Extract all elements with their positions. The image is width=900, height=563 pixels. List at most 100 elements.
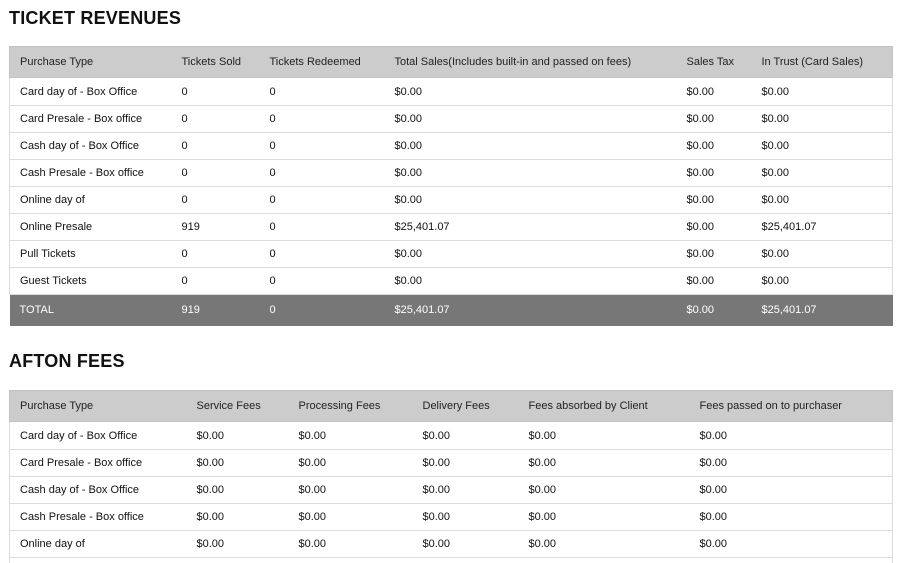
- column-header-purchase-type: Purchase Type: [9, 46, 172, 78]
- table-cell: $0.00: [751, 77, 893, 106]
- table-cell: $25,401.07: [384, 213, 677, 241]
- total-in-trust: $25,401.07: [761, 304, 817, 317]
- table-cell: 0: [259, 105, 385, 133]
- table-row: Online day of 0 0 $0.00 $0.00 $0.00: [9, 186, 893, 214]
- table-cell: $0.00: [186, 449, 289, 477]
- ticket-revenues-table: Purchase Type Tickets Sold Tickets Redee…: [9, 46, 893, 326]
- column-header-fees-absorbed: Fees absorbed by Client: [518, 390, 690, 422]
- table-cell: 0: [171, 132, 260, 160]
- afton-fees-title: AFTON FEES: [9, 351, 125, 371]
- total-sales: $25,401.07: [394, 304, 450, 317]
- table-cell: $0.00: [412, 503, 519, 531]
- table-cell: $0.00: [412, 530, 519, 558]
- table-cell: Online Presale: [9, 213, 172, 241]
- column-header-total-sales: Total Sales(Includes built-in and passed…: [384, 46, 677, 78]
- table-cell: $0.00: [518, 449, 690, 477]
- table-cell: $0.00: [186, 503, 289, 531]
- table-cell: $0.00: [689, 476, 893, 504]
- table-cell: $0.00: [518, 421, 690, 450]
- table-cell: $0.00: [186, 530, 289, 558]
- table-cell: $0.00: [676, 186, 752, 214]
- table-cell: $0.00: [384, 105, 677, 133]
- table-cell: Cash day of - Box Office: [9, 132, 172, 160]
- total-sales-tax: $0.00: [686, 304, 715, 317]
- table-cell: $0.00: [412, 476, 519, 504]
- table-cell: [186, 557, 289, 563]
- table-cell: Cash Presale - Box office: [9, 503, 187, 531]
- column-header-delivery-fees: Delivery Fees: [412, 390, 519, 422]
- afton-fees-table: Purchase Type Service Fees Processing Fe…: [9, 390, 893, 563]
- table-row: Cash day of - Box Office 0 0 $0.00 $0.00 $0.0…: [9, 132, 893, 160]
- table-row: Cash day of - Box Office $0.00 $0.00 $0.00 $…: [9, 476, 893, 504]
- column-header-tickets-sold: Tickets Sold: [171, 46, 260, 78]
- column-header-in-trust: In Trust (Card Sales): [751, 46, 893, 78]
- table-cell: [9, 557, 187, 563]
- table-row: Pull Tickets 0 0 $0.00 $0.00 $0.00: [9, 240, 893, 268]
- table-cell: $0.00: [384, 267, 677, 295]
- table-cell: $0.00: [676, 240, 752, 268]
- column-header-sales-tax: Sales Tax: [676, 46, 752, 78]
- table-cell: $0.00: [186, 421, 289, 450]
- table-cell: $0.00: [186, 476, 289, 504]
- table-cell: Card Presale - Box office: [9, 449, 187, 477]
- table-cell: Cash Presale - Box office: [9, 159, 172, 187]
- column-header-purchase-type: Purchase Type: [9, 390, 187, 422]
- table-cell: Online day of: [9, 186, 172, 214]
- ticket-revenues-title: TICKET REVENUES: [9, 8, 182, 28]
- table-cell: $25,401.07: [751, 213, 893, 241]
- table-cell: [412, 557, 519, 563]
- table-cell: $0.00: [676, 213, 752, 241]
- table-cell: $0.00: [676, 105, 752, 133]
- ticket-revenues-body: Card day of - Box Office 0 0 $0.00 $0.00 $0.0…: [9, 77, 893, 295]
- table-cell: 0: [259, 132, 385, 160]
- table-row: Card day of - Box Office $0.00 $0.00 $0.00 $…: [9, 421, 893, 450]
- table-row: Card Presale - Box office 0 0 $0.00 $0.00 $0.…: [9, 105, 893, 133]
- table-cell: 0: [171, 77, 260, 106]
- table-cell: $0.00: [689, 503, 893, 531]
- table-row: Cash Presale - Box office 0 0 $0.00 $0.00 $0.…: [9, 159, 893, 187]
- table-cell: $0.00: [384, 159, 677, 187]
- table-row: Online day of $0.00 $0.00 $0.00 $0.00 $0.00: [9, 530, 893, 558]
- table-cell: $0.00: [751, 132, 893, 160]
- table-cell: 0: [171, 105, 260, 133]
- table-cell: $0.00: [288, 530, 413, 558]
- table-cell: 0: [171, 240, 260, 268]
- table-cell: $0.00: [676, 267, 752, 295]
- table-cell: $0.00: [288, 421, 413, 450]
- table-cell: $0.00: [412, 421, 519, 450]
- table-cell: $0.00: [751, 267, 893, 295]
- table-row: Online Presale 919 0 $25,401.07 $0.00 $25,401…: [9, 213, 893, 241]
- table-cell: Card Presale - Box office: [9, 105, 172, 133]
- table-cell: $0.00: [518, 530, 690, 558]
- table-cell: $0.00: [288, 476, 413, 504]
- table-cell: $0.00: [751, 186, 893, 214]
- table-cell: $0.00: [689, 449, 893, 477]
- column-header-processing-fees: Processing Fees: [288, 390, 413, 422]
- table-row: Card Presale - Box office $0.00 $0.00 $0.00…: [9, 449, 893, 477]
- column-header-service-fees: Service Fees: [186, 390, 289, 422]
- table-cell: $0.00: [751, 105, 893, 133]
- table-cell: $0.00: [518, 476, 690, 504]
- table-row: Guest Tickets 0 0 $0.00 $0.00 $0.00: [9, 267, 893, 295]
- table-cell: Guest Tickets: [9, 267, 172, 295]
- table-cell: 0: [259, 267, 385, 295]
- total-label: TOTAL: [19, 304, 54, 317]
- table-cell: $0.00: [384, 132, 677, 160]
- table-cell: Card day of - Box Office: [9, 421, 187, 450]
- table-cell: [518, 557, 690, 563]
- table-cell: 0: [259, 213, 385, 241]
- table-cell: $0.00: [689, 421, 893, 450]
- table-cell: $0.00: [288, 503, 413, 531]
- table-cell: 0: [171, 267, 260, 295]
- table-cell: Card day of - Box Office: [9, 77, 172, 106]
- table-cell: $0.00: [384, 240, 677, 268]
- table-cell: $0.00: [288, 449, 413, 477]
- table-cell: Pull Tickets: [9, 240, 172, 268]
- table-header-row: Purchase Type Tickets Sold Tickets Redee…: [9, 46, 893, 78]
- table-cell: $0.00: [676, 77, 752, 106]
- table-header-row: Purchase Type Service Fees Processing Fe…: [9, 390, 893, 422]
- total-row: TOTAL 919 0 $25,401.07 $0.00 $25,401.07: [9, 294, 893, 326]
- table-cell: 0: [171, 186, 260, 214]
- table-row: Cash Presale - Box office $0.00 $0.00 $0.00…: [9, 503, 893, 531]
- table-cell: Online day of: [9, 530, 187, 558]
